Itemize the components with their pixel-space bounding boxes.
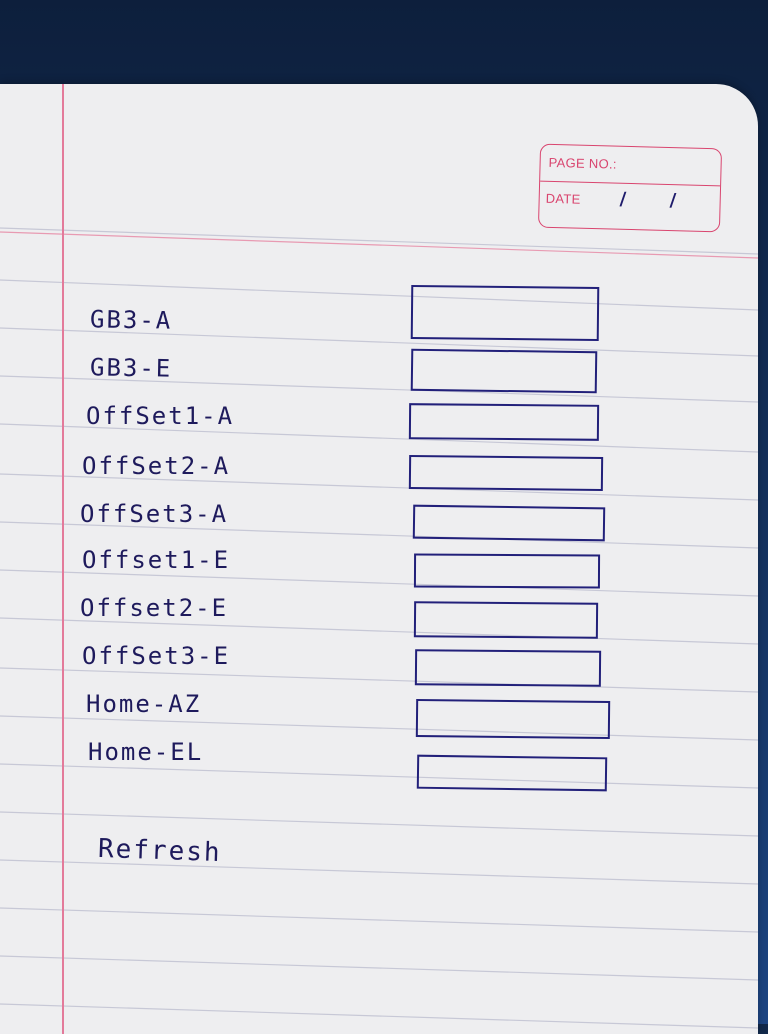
date-slash: / [669, 190, 677, 212]
field-box-home-el[interactable] [416, 754, 608, 792]
field-box-offset1-a[interactable] [408, 403, 600, 441]
field-box-offset2-a[interactable] [408, 454, 604, 492]
field-label-home-el: Home-EL [88, 738, 204, 766]
page-date-stamp: PAGE NO.: DATE / / [537, 143, 723, 233]
page-no-label: PAGE NO.: [548, 154, 618, 172]
field-label-gb3-a: GB3-A [89, 305, 173, 335]
field-box-offset3-a[interactable] [412, 504, 606, 542]
field-label-offset2-a: OffSet2-A [82, 452, 231, 480]
field-box-home-az[interactable] [415, 698, 611, 740]
field-label-offset1-a: OffSet1-A [86, 402, 235, 430]
field-box-gb3-a[interactable] [410, 285, 600, 341]
field-box-offset2-e[interactable] [413, 601, 599, 639]
field-label-offset3-e: OffSet3-E [82, 642, 231, 670]
field-label-gb3-e: GB3-E [89, 353, 173, 383]
notebook-page: PAGE NO.: DATE / / GB3-A GB3-E OffSet1-A… [0, 84, 758, 1034]
field-label-offset3-a: OffSet3-A [80, 500, 229, 528]
field-label-offset2-e: Offset2-E [80, 594, 229, 622]
stamp-divider [540, 180, 721, 187]
date-slash: / [619, 188, 627, 210]
field-label-home-az: Home-AZ [86, 690, 202, 718]
margin-line [62, 84, 64, 1034]
field-box-offset1-e[interactable] [413, 553, 601, 589]
field-label-offset1-e: Offset1-E [82, 546, 231, 574]
field-box-offset3-e[interactable] [414, 649, 602, 687]
date-label: DATE [545, 190, 581, 207]
field-box-gb3-e[interactable] [410, 348, 598, 394]
refresh-button[interactable]: Refresh [98, 834, 223, 868]
